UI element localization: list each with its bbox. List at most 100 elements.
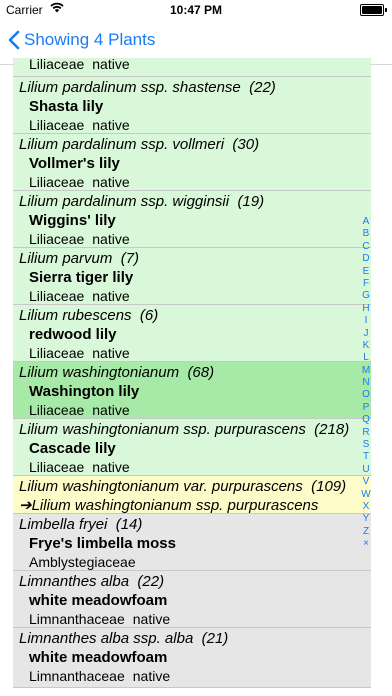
index-letter[interactable]: E (360, 266, 372, 278)
index-letter[interactable]: V (360, 476, 372, 488)
family-label: Liliaceae (29, 231, 85, 247)
scientific-name: Lilium pardalinum ssp. vollmeri (19, 136, 225, 153)
scientific-name: Lilium pardalinum ssp. wigginsii (19, 193, 230, 210)
list-item[interactable]: Limnanthes alba (22) white meadowfoam Li… (13, 571, 371, 628)
family-label: Amblystegiaceae (29, 554, 136, 570)
index-letter[interactable]: H (360, 303, 372, 315)
scientific-name: Lilium pardalinum ssp. shastense (19, 79, 241, 96)
record-count: (19) (237, 193, 265, 210)
status-label: native (92, 231, 130, 247)
status-label: native (92, 345, 130, 361)
family-label: Liliaceae (29, 459, 85, 475)
scientific-name: Lilium rubescens (19, 307, 132, 324)
scientific-name: Lilium parvum (19, 250, 113, 267)
index-letter[interactable]: O (360, 389, 372, 401)
index-letter[interactable]: C (360, 241, 372, 253)
index-letter[interactable]: Q (360, 414, 372, 426)
record-count: (218) (314, 421, 350, 438)
status-label: native (92, 174, 130, 190)
list-item-synonym[interactable]: Lilium washingtonianum var. purpurascens… (13, 476, 371, 514)
status-label: native (132, 611, 171, 627)
back-button-label: Showing 4 Plants (24, 30, 156, 49)
index-letter[interactable]: D (360, 253, 372, 265)
status-label: native (92, 288, 130, 304)
chevron-left-icon (8, 30, 20, 50)
common-name: Shasta lily (29, 98, 104, 115)
index-letter[interactable]: F (360, 278, 372, 290)
common-name: Cascade lily (29, 440, 116, 457)
list-item-selected[interactable]: Lilium washingtonianum (68) Washington l… (13, 362, 371, 419)
plant-list[interactable]: Liliaceae native Lilium pardalinum ssp. s… (13, 58, 371, 696)
index-letter[interactable]: W (360, 489, 372, 501)
scientific-name: Limbella fryei (19, 516, 108, 533)
index-letter[interactable]: × (360, 538, 372, 550)
synonym-redirect-link[interactable]: ➔Lilium washingtonianum ssp. purpurascen… (19, 496, 371, 515)
record-count: (6) (139, 307, 159, 324)
family-label: Liliaceae (29, 402, 85, 418)
family-label: Liliaceae (29, 288, 85, 304)
common-name: redwood lily (29, 326, 117, 343)
record-count: (21) (201, 630, 229, 647)
record-count: (109) (311, 478, 347, 495)
alphabet-index[interactable]: A B C D E F G H I J K L M N O P Q R S T U V W X Y Z × (360, 216, 372, 551)
list-item[interactable]: Lilium parvum (7) Sierra tiger lily Lili… (13, 248, 371, 305)
common-name: Wiggins' lily (29, 212, 116, 229)
index-letter[interactable]: Z (360, 526, 372, 538)
index-letter[interactable]: S (360, 439, 372, 451)
scientific-name: Lilium washingtonianum var. purpurascens (19, 478, 303, 495)
scientific-name: Lilium washingtonianum ssp. purpurascens (19, 421, 306, 438)
index-letter[interactable]: J (360, 328, 372, 340)
index-letter[interactable]: R (360, 427, 372, 439)
index-letter[interactable]: A (360, 216, 372, 228)
index-letter[interactable]: U (360, 464, 372, 476)
record-count: (7) (120, 250, 140, 267)
list-item[interactable]: Lilium washingtonianum ssp. purpurascens… (13, 419, 371, 476)
record-count: (68) (187, 364, 215, 381)
index-letter[interactable]: L (360, 352, 372, 364)
scientific-name: Lilium washingtonianum (19, 364, 180, 381)
family-label: Limnanthaceae (29, 611, 125, 627)
list-item[interactable]: Lilium pardalinum ssp. vollmeri (30) Vol… (13, 134, 371, 191)
list-item[interactable]: Lilium pardalinum ssp. wigginsii (19) Wi… (13, 191, 371, 248)
list-item[interactable]: Limnanthes alba ssp. alba (21) white mea… (13, 628, 371, 688)
back-button[interactable]: Showing 4 Plants (8, 30, 155, 50)
common-name: Frye's limbella moss (29, 535, 176, 552)
list-item[interactable]: Liliaceae native (13, 58, 371, 77)
common-name: Sierra tiger lily (29, 269, 134, 286)
index-letter[interactable]: B (360, 228, 372, 240)
status-label: native (92, 58, 130, 72)
record-count: (22) (249, 79, 276, 96)
list-item[interactable]: Lilium rubescens (6) redwood lily Liliac… (13, 305, 371, 362)
list-item[interactable]: Limbella fryei (14) Frye's limbella moss… (13, 514, 371, 571)
status-bar: Carrier 10:47 PM (0, 0, 392, 20)
family-label: Liliaceae (29, 117, 85, 133)
index-letter[interactable]: T (360, 451, 372, 463)
common-name: Vollmer's lily (29, 155, 120, 172)
status-label: native (132, 668, 171, 684)
family-label: Limnanthaceae (29, 668, 125, 684)
index-letter[interactable]: X (360, 501, 372, 513)
common-name: white meadowfoam (29, 592, 168, 609)
status-label: native (92, 402, 130, 418)
index-letter[interactable]: I (360, 315, 372, 327)
common-name: white meadowfoam (29, 649, 168, 666)
scientific-name: Limnanthes alba ssp. alba (19, 630, 194, 647)
index-letter[interactable]: Y (360, 513, 372, 525)
index-letter[interactable]: P (360, 402, 372, 414)
family-label: Liliaceae (29, 174, 85, 190)
record-count: (22) (137, 573, 165, 590)
common-name: Washington lily (29, 383, 140, 400)
record-count: (14) (115, 516, 143, 533)
clock: 10:47 PM (169, 3, 223, 17)
index-letter[interactable]: G (360, 290, 372, 302)
scientific-name: Limnanthes alba (19, 573, 130, 590)
list-item[interactable]: Lilium pardalinum ssp. shastense (22) Sh… (13, 77, 371, 134)
index-letter[interactable]: K (360, 340, 372, 352)
family-label: Liliaceae (29, 58, 85, 72)
battery-icon (360, 4, 387, 16)
index-letter[interactable]: M (360, 365, 372, 377)
record-count: (30) (232, 136, 260, 153)
status-label: native (92, 459, 130, 475)
index-letter[interactable]: N (360, 377, 372, 389)
status-label: native (92, 117, 130, 133)
